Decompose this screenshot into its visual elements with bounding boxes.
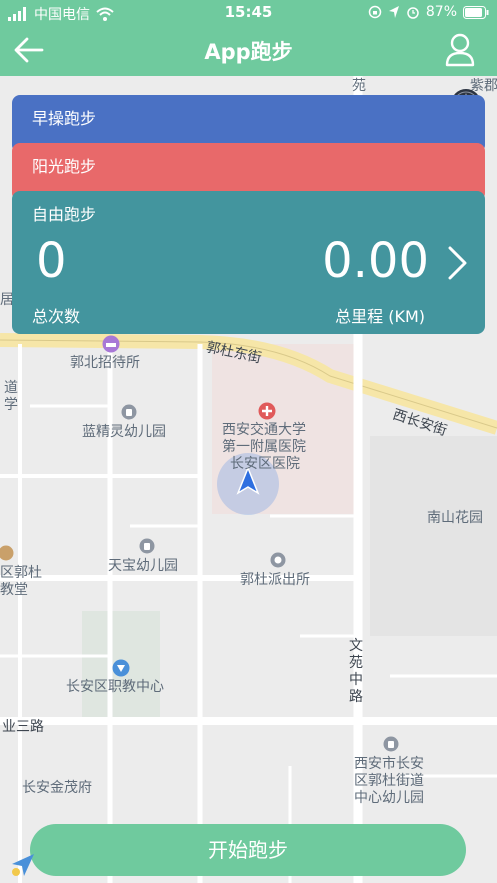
poi-tianbao-kindergarten[interactable]: 天宝幼儿园	[108, 558, 178, 575]
poi-vocational-center[interactable]: 长安区职教中心	[66, 679, 164, 696]
poi-church-line1[interactable]: 区郭杜	[0, 565, 42, 582]
navigation-icon[interactable]	[10, 852, 36, 878]
poi-church-line2[interactable]: 教堂	[0, 582, 28, 599]
poi-hospital-line2[interactable]: 第一附属医院	[222, 439, 306, 456]
free-run-card[interactable]: 自由跑步 0 0.00 总次数 总里程 (KM)	[12, 191, 485, 334]
total-count-value: 0	[36, 233, 67, 289]
hospital-icon	[258, 402, 276, 420]
police-icon	[270, 552, 286, 568]
location-arrow-icon	[388, 6, 399, 18]
poi-guobei-hotel[interactable]: 郭北招待所	[70, 355, 140, 372]
app-header: App跑步	[0, 26, 497, 76]
user-button[interactable]	[445, 32, 475, 68]
poi-hospital-line1[interactable]: 西安交通大学	[222, 422, 306, 439]
poi-yuan: 苑	[352, 78, 366, 94]
poi-kindergarten-line3[interactable]: 中心幼儿园	[354, 790, 424, 807]
kindergarten-icon-2	[139, 538, 155, 554]
morning-run-label: 早操跑步	[32, 109, 97, 128]
start-run-button[interactable]: 开始跑步	[30, 824, 466, 876]
poi-kindergarten-line1[interactable]: 西安市长安	[354, 756, 424, 773]
free-run-label: 自由跑步	[32, 205, 97, 224]
school-icon	[112, 659, 130, 677]
alarm-icon	[407, 7, 419, 19]
user-icon	[445, 33, 475, 67]
total-count-label: 总次数	[32, 307, 81, 326]
rotation-lock-icon	[368, 5, 382, 19]
total-distance-value: 0.00	[322, 233, 429, 289]
kindergarten-icon	[121, 404, 137, 420]
chevron-right-icon[interactable]	[447, 245, 469, 281]
app-root: 中国电信 15:45 87% App跑步 郭杜东街 西长安街 文苑中路 业三路 …	[0, 0, 497, 883]
poi-kindergarten-line2[interactable]: 区郭杜街道	[354, 773, 424, 790]
poi-lanjingling-kindergarten[interactable]: 蓝精灵幼儿园	[82, 424, 166, 441]
road-label-ye3: 业三路	[2, 719, 44, 735]
poi-hospital-line3[interactable]: 长安区医院	[230, 456, 300, 473]
poi-nanshan-garden[interactable]: 南山花园	[427, 510, 483, 527]
battery-percent: 87%	[425, 4, 457, 20]
church-icon	[0, 545, 14, 561]
hotel-icon	[102, 335, 120, 353]
status-bar: 中国电信 15:45 87%	[0, 0, 497, 26]
poi-police-station[interactable]: 郭杜派出所	[240, 572, 310, 589]
page-title: App跑步	[204, 40, 293, 64]
poi-xue: 学	[4, 397, 18, 413]
sunshine-run-label: 阳光跑步	[32, 157, 97, 176]
road-label-wenyuan: 文苑中路	[349, 638, 363, 705]
poi-jinmao[interactable]: 长安金茂府	[22, 780, 92, 797]
total-distance-label: 总里程 (KM)	[335, 307, 425, 326]
kindergarten-icon-3	[383, 736, 399, 752]
poi-dao: 道	[4, 380, 18, 396]
battery-icon	[463, 5, 489, 19]
